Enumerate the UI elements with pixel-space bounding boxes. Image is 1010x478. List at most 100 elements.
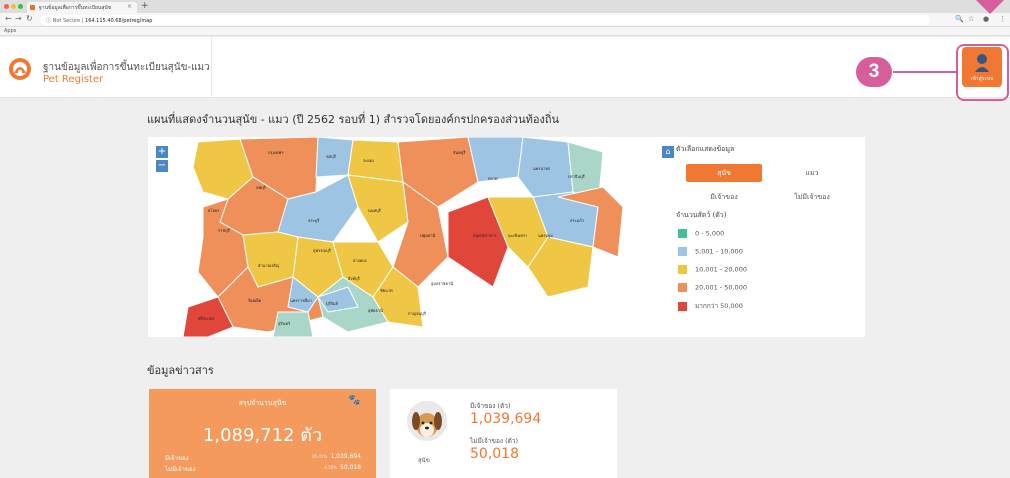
zoom-out-button[interactable]: − — [156, 160, 168, 172]
new-tab-button[interactable]: + — [141, 1, 149, 11]
owned-value: 1,039,694 — [330, 453, 361, 460]
region-label: ลพบุรี — [256, 185, 266, 190]
option-owned[interactable]: มีเจ้าของ — [686, 188, 762, 206]
home-icon[interactable]: ⌂ — [662, 146, 674, 158]
region-label: ชลบุรี — [326, 154, 336, 159]
close-window-icon[interactable] — [4, 4, 9, 9]
region-label: ร้อยเอ็ด — [248, 298, 262, 303]
dog-avatar — [407, 401, 447, 441]
reload-icon[interactable]: ↻ — [26, 14, 33, 23]
region-label: สระบุรี — [308, 218, 320, 223]
paw-icon: 🐾 — [348, 395, 361, 406]
summary-total: 1,089,712 ตัว — [202, 425, 323, 446]
region-label: กรุงเทพฯ — [268, 150, 284, 155]
brand[interactable]: ฐานข้อมูลเพื่อการขึ้นทะเบียนสุนัข-แมว Pe… — [0, 37, 212, 98]
logo-icon — [9, 58, 31, 80]
dog-summary-card: สรุปจำนวนสุนัข 🐾 1,089,712 ตัว มีเจ้าของ… — [149, 389, 376, 478]
legend-item: 5,001 - 10,000 — [678, 247, 743, 256]
star-icon[interactable]: ☆ — [968, 15, 974, 23]
region-label: ฉะเชิงเทรา — [508, 233, 528, 238]
dog-stray-label: ไม่มีเจ้าของ (ตัว) — [470, 437, 519, 445]
callout-arrow — [976, 0, 1004, 14]
region-label: ตราด — [488, 176, 498, 181]
url-field[interactable]: ⓘ Not Secure | 164.115.40.68/petreg/map — [40, 15, 930, 25]
forward-icon[interactable]: → — [15, 14, 22, 23]
region-label: อุบลราชธานี — [431, 281, 453, 286]
map-card: + − ⌂ กรุงเทพฯ ชลบุรี ระยอง จันทบุรี ตรา… — [148, 137, 865, 337]
tab-title: ฐานข้อมูลเพื่อการขึ้นทะเบียนสุนัข — [39, 5, 112, 11]
summary-owned-row: มีเจ้าของ 95.41% 1,039,694 — [165, 453, 361, 463]
legend-title: จำนวนสัตว์ (ตัว) — [676, 211, 727, 219]
close-tab-icon[interactable]: × — [127, 3, 132, 10]
region-label: บุรีรัมย์ — [326, 301, 338, 306]
region-label: จันทบุรี — [453, 150, 466, 155]
region-label: สุพรรณบุรี — [313, 248, 331, 253]
minimize-window-icon[interactable] — [11, 4, 16, 9]
region-label: อำนาจเจริญ — [258, 263, 280, 268]
legend-item: มากกว่า 50,000 — [678, 301, 743, 311]
site-title-thai: ฐานข้อมูลเพื่อการขึ้นทะเบียนสุนัข-แมว — [43, 62, 210, 73]
region-label: ระยอง — [363, 158, 374, 163]
zoom-icon[interactable]: 🔍 — [955, 15, 964, 23]
legend-swatch — [678, 265, 687, 274]
region-label: สระแก้ว — [570, 218, 584, 223]
maximize-window-icon[interactable] — [18, 4, 23, 9]
option-stray[interactable]: ไม่มีเจ้าของ — [774, 188, 850, 206]
stray-percent: 4.59% — [324, 465, 337, 470]
legend-item: 10,001 - 20,000 — [678, 265, 747, 274]
region-label: อุทัยธานี — [368, 308, 383, 313]
owned-percent: 95.41% — [312, 454, 328, 459]
browser-tab[interactable]: ฐานข้อมูลเพื่อการขึ้นทะเบียนสุนัข × — [27, 2, 137, 13]
region-label: สิงห์บุรี — [348, 276, 360, 281]
option-cat[interactable]: แมว — [774, 164, 850, 182]
region-label: ชัยนาท — [380, 288, 393, 293]
profile-icon[interactable]: ● — [983, 15, 989, 23]
region-label: นครปฐม — [538, 233, 553, 238]
legend-item: 20,001 - 50,000 — [678, 283, 747, 292]
region-label: ปทุมธานี — [420, 233, 436, 238]
site-title-english: Pet Register — [43, 74, 104, 85]
dog-owned-label: มีเจ้าของ (ตัว) — [470, 402, 511, 410]
region-label: ศรีสะเกษ — [198, 316, 214, 321]
zoom-in-button[interactable]: + — [156, 146, 168, 158]
region-label: สุรินทร์ — [278, 321, 291, 326]
news-section-title: ข้อมูลข่าวสาร — [147, 364, 214, 377]
legend-item: 0 - 5,000 — [678, 229, 724, 238]
map-section-title: แผนที่แสดงจำนวนสุนัข - แมว (ปี 2562 รอบท… — [147, 113, 560, 126]
legend-swatch — [678, 229, 687, 238]
callout-badge: 3 — [856, 57, 892, 87]
highlight-box — [956, 44, 1009, 101]
stray-value: 50,018 — [340, 464, 361, 471]
menu-dots-icon[interactable]: ⋮ — [999, 15, 1006, 23]
legend-swatch — [678, 283, 687, 292]
region-label: นครนายก — [533, 166, 551, 171]
region-label: นนทบุรี — [368, 208, 381, 213]
apps-bookmark[interactable]: Apps — [4, 28, 16, 34]
info-icon: ⓘ — [46, 18, 53, 24]
summary-label: สรุปจำนวนสุนัข — [238, 399, 287, 407]
region-label: ราชบุรี — [218, 228, 230, 233]
dog-icon — [407, 401, 447, 441]
legend-swatch — [678, 247, 687, 256]
region-label: กาญจนบุรี — [408, 311, 426, 316]
option-dog[interactable]: สุนัข — [686, 164, 762, 182]
choropleth-map[interactable] — [148, 137, 663, 337]
legend-swatch — [678, 301, 687, 311]
dog-name: สุนัข — [418, 457, 430, 464]
region-label: อ่างทอง — [353, 258, 367, 263]
owned-label: มีเจ้าของ — [165, 455, 189, 462]
dog-owned-value: 1,039,694 — [470, 411, 542, 427]
dog-detail-card: สุนัข มีเจ้าของ (ตัว) 1,039,694 ไม่มีเจ้… — [390, 389, 617, 478]
bookmarks-bar: Apps — [0, 27, 1010, 36]
favicon-icon — [30, 5, 35, 10]
region-label: ปราจีนบุรี — [568, 174, 585, 179]
stray-label: ไม่มีเจ้าของ — [165, 466, 196, 473]
region-label: นครราชสีมา — [290, 298, 312, 303]
dog-stray-value: 50,018 — [470, 446, 519, 462]
panel-title: ตัวเลือกแสดงข้อมูล — [676, 145, 735, 153]
browser-tab-bar: ฐานข้อมูลเพื่อการขึ้นทะเบียนสุนัข × + — [0, 0, 1010, 13]
address-bar-row: ← → ↻ ⓘ Not Secure | 164.115.40.68/petre… — [0, 13, 1010, 27]
back-icon[interactable]: ← — [5, 14, 12, 23]
url-text: 164.115.40.68/petreg/map — [85, 18, 153, 24]
url-security-label: Not Secure — [52, 18, 81, 24]
